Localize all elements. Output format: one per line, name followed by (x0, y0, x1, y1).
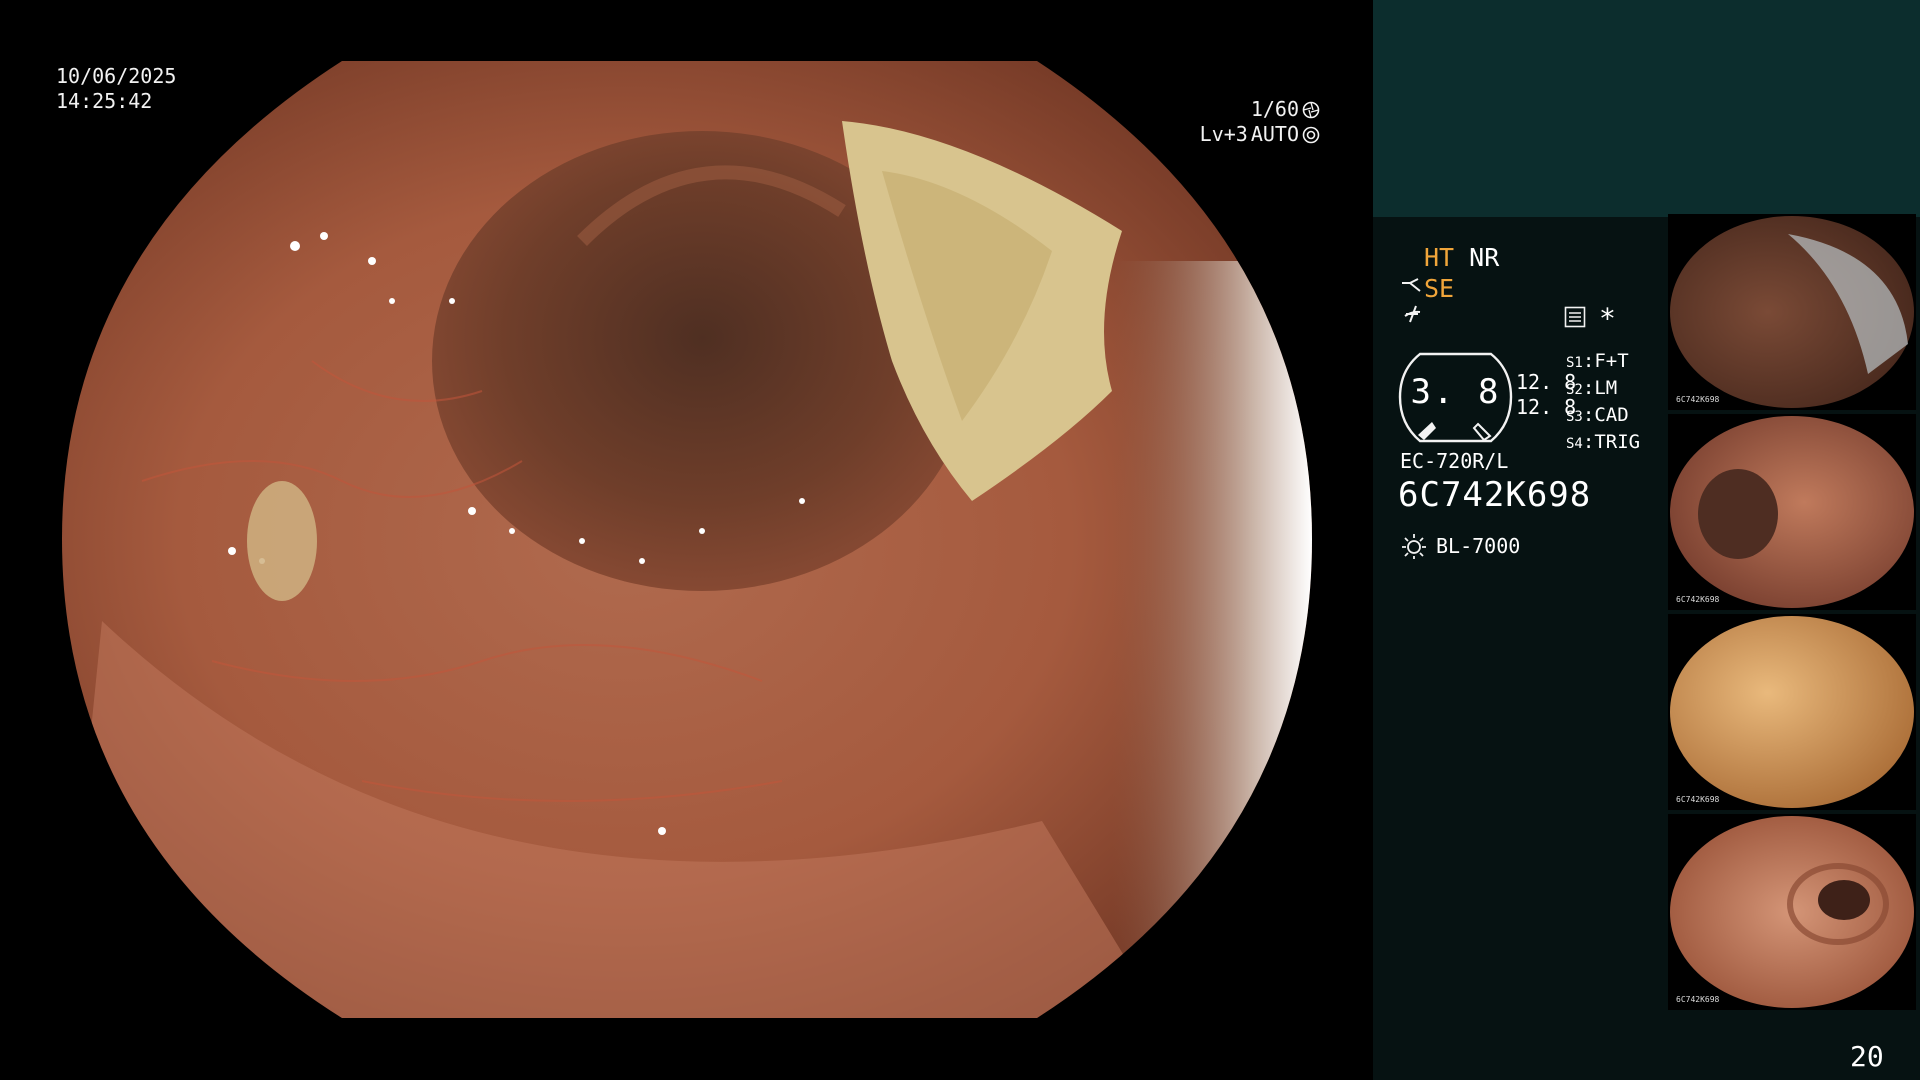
menu-icon (1564, 306, 1586, 328)
nr-indicator: NR (1469, 243, 1500, 272)
info-panel-header (1373, 0, 1920, 217)
shutter-speed-text: 1/60 (1250, 97, 1299, 121)
date-text: 10/06/2025 (56, 64, 177, 88)
iris-mode-text: AUTO (1250, 122, 1299, 146)
lamp-icon (1402, 534, 1426, 559)
thumb-caption: 6C742K698 (1676, 995, 1720, 1004)
enhancement-icon (1404, 305, 1421, 323)
scope-serial: 6C742K698 (1398, 475, 1592, 515)
time-text: 14:25:42 (56, 89, 153, 113)
switch-s4: S4:TRIG (1566, 431, 1641, 453)
se-indicator: SE (1424, 274, 1455, 303)
star-indicator: * (1599, 302, 1616, 335)
ht-indicator: HT (1424, 243, 1455, 272)
light-source-text: BL-7000 (1436, 534, 1521, 558)
captured-thumbnail[interactable]: 6C742K698 (1668, 614, 1916, 810)
iris-level-text: Lv+3 (1199, 122, 1248, 146)
switch-s3: S3:CAD (1566, 404, 1629, 426)
image-count: 20 (1850, 1040, 1884, 1073)
switch-s1: S1:F+T (1566, 350, 1629, 372)
scope-model: EC-720R/L (1400, 449, 1509, 473)
zoom-value: 3. 8 (1410, 372, 1501, 412)
thumb-caption: 6C742K698 (1676, 395, 1720, 404)
captured-thumbnail[interactable]: 6C742K698 (1668, 814, 1916, 1010)
captured-thumbnail[interactable]: 6C742K698 (1668, 214, 1916, 410)
iris-icon (1302, 126, 1320, 143)
enhancement-status (1402, 302, 1424, 333)
switch-s2: S2:LM (1566, 377, 1618, 399)
thumb-caption: 6C742K698 (1676, 795, 1720, 804)
switch-assignments: S1:F+T S2:LM S3:CAD S4:TRIG (1566, 349, 1640, 457)
ht-nr-status: HT NR (1424, 242, 1499, 273)
endoscope-view (62, 61, 1312, 1018)
exposure-readout: 1/60 Lv+3 AUTO (1150, 97, 1320, 147)
light-source: BL-7000 (1400, 532, 1520, 560)
structure-enhancement-status: SE (1400, 273, 1454, 304)
structure-icon (1402, 278, 1421, 292)
thumb-caption: 6C742K698 (1676, 595, 1720, 604)
date-time-readout: 10/06/2025 14:25:42 (56, 64, 176, 114)
captured-thumbnail[interactable]: 6C742K698 (1668, 414, 1916, 610)
aperture-icon (1302, 101, 1320, 118)
